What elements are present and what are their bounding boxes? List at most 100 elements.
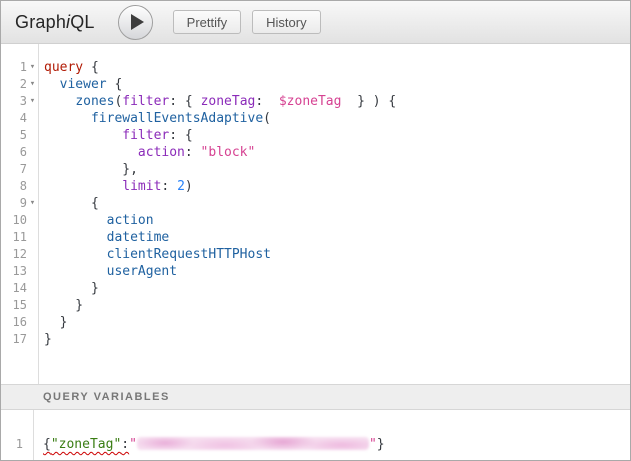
graphiql-logo: GraphiQL	[15, 12, 95, 33]
code-token: datetime	[107, 230, 170, 245]
line-number: 8	[1, 178, 27, 195]
code-token	[44, 128, 122, 143]
history-button[interactable]: History	[252, 10, 320, 34]
code-line[interactable]: viewer {	[44, 76, 630, 93]
fold-gutter-spacer	[27, 280, 38, 297]
code-token: firewallEventsAdaptive	[91, 111, 263, 126]
code-line[interactable]: }	[44, 331, 630, 348]
code-line[interactable]: action: "block"	[44, 144, 630, 161]
code-token: filter	[122, 128, 169, 143]
code-token: }	[377, 437, 385, 452]
code-token: :	[121, 437, 129, 452]
code-token: userAgent	[107, 264, 177, 279]
fold-gutter-spacer	[27, 212, 38, 229]
fold-gutter-spacer	[27, 246, 38, 263]
code-token	[44, 111, 91, 126]
code-token: filter	[122, 94, 169, 109]
code-line[interactable]: firewallEventsAdaptive(	[44, 110, 630, 127]
code-line[interactable]: filter: {	[44, 127, 630, 144]
code-line[interactable]: limit: 2)	[44, 178, 630, 195]
code-token: :	[161, 179, 177, 194]
code-token: zoneTag	[201, 94, 256, 109]
redacted-value-blob	[137, 437, 369, 450]
fold-gutter-spacer	[27, 110, 38, 127]
code-line[interactable]: action	[44, 212, 630, 229]
code-token: )	[185, 179, 193, 194]
query-editor[interactable]: 1▾2▾3▾456789▾1011121314151617 query { vi…	[1, 44, 630, 384]
line-number: 5	[1, 127, 27, 144]
query-variables-title-bar[interactable]: QUERY VARIABLES	[1, 384, 630, 410]
line-number: 6	[1, 144, 27, 161]
code-token: :	[185, 145, 201, 160]
code-line[interactable]: }	[44, 314, 630, 331]
variables-editor[interactable]: 1 {"zoneTag":""}	[1, 410, 630, 460]
code-token: $zoneTag	[279, 94, 342, 109]
play-icon	[131, 14, 144, 30]
query-editor-code[interactable]: query { viewer { zones(filter: { zoneTag…	[39, 44, 630, 384]
code-token	[44, 94, 75, 109]
code-token: "	[369, 437, 377, 452]
execute-query-button[interactable]	[118, 5, 153, 40]
code-token: "zoneTag"	[51, 437, 121, 452]
code-token: }	[44, 298, 83, 313]
code-line[interactable]: {	[44, 195, 630, 212]
code-token: },	[44, 162, 138, 177]
line-number: 11	[1, 229, 27, 246]
code-line[interactable]: }	[44, 297, 630, 314]
code-token: : {	[169, 94, 200, 109]
code-token: (	[263, 111, 271, 126]
fold-arrow-icon[interactable]: ▾	[27, 59, 38, 76]
code-line[interactable]: }	[44, 280, 630, 297]
fold-arrow-icon[interactable]: ▾	[27, 76, 38, 93]
code-token: clientRequestHTTPHost	[107, 247, 271, 262]
line-number: 17	[1, 331, 27, 348]
line-number: 2	[1, 76, 27, 93]
code-line[interactable]: clientRequestHTTPHost	[44, 246, 630, 263]
code-token: :	[255, 94, 278, 109]
line-number: 1	[1, 59, 27, 76]
fold-arrow-icon[interactable]: ▾	[27, 195, 38, 212]
fold-gutter-spacer	[27, 127, 38, 144]
code-line[interactable]: userAgent	[44, 263, 630, 280]
code-token	[44, 213, 107, 228]
code-token	[44, 179, 122, 194]
code-token: "	[129, 437, 137, 452]
code-token: viewer	[60, 77, 107, 92]
line-number: 9	[1, 195, 27, 212]
line-number: 13	[1, 263, 27, 280]
line-number: 12	[1, 246, 27, 263]
line-number: 4	[1, 110, 27, 127]
code-token: }	[44, 281, 99, 296]
code-line[interactable]: query {	[44, 59, 630, 76]
variables-editor-code[interactable]: {"zoneTag":""}	[34, 410, 630, 460]
fold-gutter-spacer	[27, 314, 38, 331]
code-line[interactable]: {"zoneTag":""}	[43, 436, 630, 453]
code-token	[44, 77, 60, 92]
prettify-button[interactable]: Prettify	[173, 10, 241, 34]
line-number: 15	[1, 297, 27, 314]
line-number: 14	[1, 280, 27, 297]
fold-gutter-spacer	[27, 178, 38, 195]
graphiql-window: GraphiQL Prettify History 1▾2▾3▾456789▾1…	[0, 0, 631, 461]
line-number: 10	[1, 212, 27, 229]
fold-arrow-icon[interactable]: ▾	[27, 93, 38, 110]
logo-text-suffix: QL	[70, 12, 94, 32]
code-token: : {	[169, 128, 192, 143]
fold-gutter-spacer	[27, 161, 38, 178]
fold-gutter-spacer	[27, 229, 38, 246]
code-token: action	[138, 145, 185, 160]
fold-gutter-spacer	[27, 263, 38, 280]
variables-editor-gutter: 1	[1, 410, 34, 460]
fold-gutter-spacer	[27, 144, 38, 161]
code-token	[44, 247, 107, 262]
code-line[interactable]: },	[44, 161, 630, 178]
code-token: } ) {	[341, 94, 396, 109]
line-number: 3	[1, 93, 27, 110]
code-token: 2	[177, 179, 185, 194]
code-line[interactable]: datetime	[44, 229, 630, 246]
code-token	[44, 145, 138, 160]
code-line[interactable]: zones(filter: { zoneTag: $zoneTag } ) {	[44, 93, 630, 110]
query-editor-gutter: 1▾2▾3▾456789▾1011121314151617	[1, 44, 39, 384]
code-token	[44, 264, 107, 279]
code-token: action	[107, 213, 154, 228]
